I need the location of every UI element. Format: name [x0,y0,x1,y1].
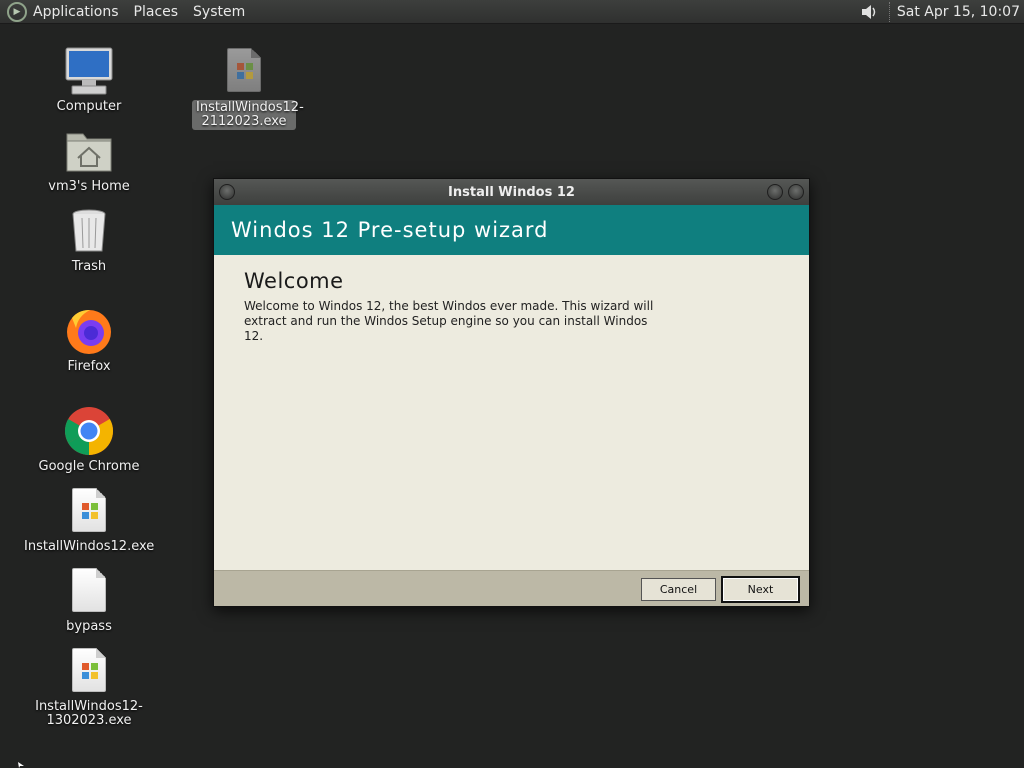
volume-icon[interactable] [859,2,879,22]
desktop-icon-trash[interactable]: Trash [24,206,154,274]
desktop-icon-firefox[interactable]: Firefox [24,306,154,374]
wizard-footer: Cancel Next [214,570,809,606]
wizard-header: Windos 12 Pre-setup wizard [214,205,809,255]
mouse-cursor-icon [18,762,24,768]
desktop-icon-label: Computer [56,99,122,114]
exe-file-icon [64,486,114,536]
maximize-icon[interactable] [788,184,804,200]
cancel-button[interactable]: Cancel [641,578,716,601]
blank-file-icon [64,566,114,616]
exe-file-icon [219,46,269,96]
desktop-icon-installwindos12-2112023[interactable]: InstallWindos12-2112023.exe [179,46,309,130]
desktop-icon-installwindos12-1302023[interactable]: InstallWindos12-1302023.exe [24,646,154,728]
desktop-icon-computer[interactable]: Computer [24,46,154,114]
firefox-icon [64,306,114,356]
window-title: Install Windos 12 [448,184,575,200]
page-title: Welcome [244,269,344,293]
next-button[interactable]: Next [721,576,800,603]
desktop-icon-label: vm3's Home [48,179,130,194]
desktop-icon-label: InstallWindos12-1302023.exe [35,699,143,728]
exe-file-icon [64,646,114,696]
distro-logo-icon[interactable]: ▶ [7,1,27,22]
desktop-icon-installwindos12[interactable]: InstallWindos12.exe [24,486,154,554]
chrome-icon [64,406,114,456]
computer-icon [64,46,114,96]
desktop-icon-label: bypass [66,619,112,634]
window-titlebar[interactable]: Install Windos 12 [214,179,809,205]
menu-places[interactable]: Places [134,4,179,20]
desktop-icon-label: Trash [71,259,107,274]
window-menu-icon[interactable] [219,184,235,200]
desktop-icon-label: Google Chrome [38,459,140,474]
desktop-icon-bypass[interactable]: bypass [24,566,154,634]
wizard-body: Welcome Welcome to Windos 12, the best W… [214,255,809,570]
menu-system[interactable]: System [193,4,245,20]
home-folder-icon [64,126,114,176]
desktop-icon-label: InstallWindos12.exe [24,539,155,554]
desktop-icon-chrome[interactable]: Google Chrome [24,406,154,474]
panel-separator [888,1,891,22]
clock[interactable]: Sat Apr 15, 10:07 [897,4,1020,20]
installer-window: Install Windos 12 Windos 12 Pre-setup wi… [213,178,810,607]
minimize-icon[interactable] [767,184,783,200]
top-panel: ▶ Applications Places System Sat Apr 15,… [0,0,1024,24]
wizard-header-title: Windos 12 Pre-setup wizard [231,218,549,242]
trash-icon [64,206,114,256]
desktop-icon-label: Firefox [67,359,111,374]
menu-applications[interactable]: Applications [33,4,119,20]
welcome-text: Welcome to Windos 12, the best Windos ev… [244,299,654,343]
desktop-icon-home[interactable]: vm3's Home [24,126,154,194]
desktop-icon-label: InstallWindos12-2112023.exe [192,100,304,130]
